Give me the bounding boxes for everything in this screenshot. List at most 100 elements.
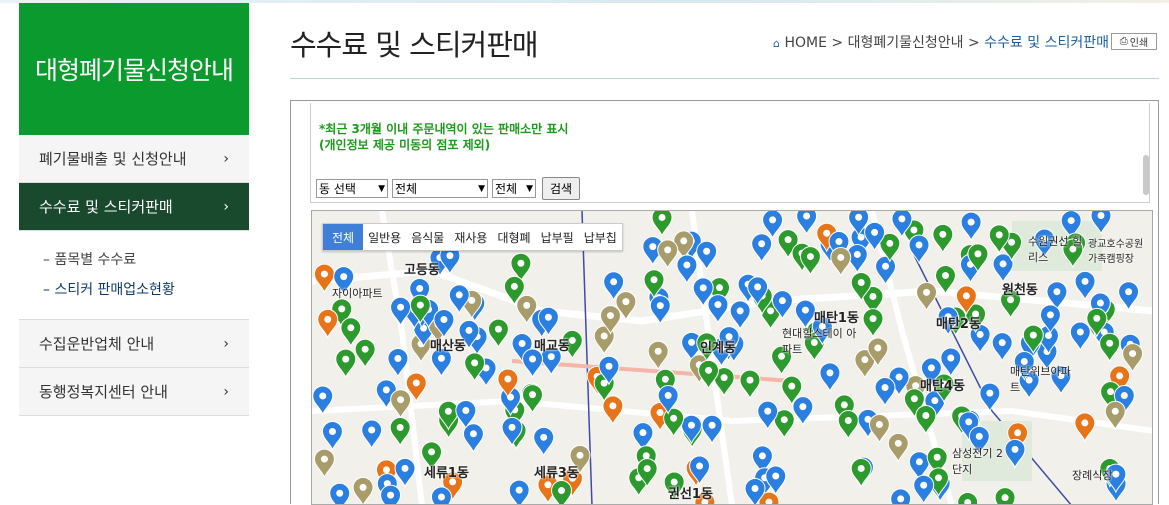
sidebar-item-label: 폐기물배출 및 신청안내 <box>39 150 187 168</box>
map-marker-pin[interactable] <box>887 432 909 463</box>
map-marker-pin[interactable] <box>352 476 374 505</box>
map-marker-pin[interactable] <box>739 369 761 400</box>
map-marker-pin[interactable] <box>321 420 343 451</box>
map-marker-pin[interactable] <box>533 426 555 457</box>
map-marker-pin[interactable] <box>757 400 779 431</box>
map-marker-dot <box>576 451 584 459</box>
map-marker-pin[interactable] <box>868 413 890 444</box>
map-marker-pin[interactable] <box>979 382 1001 413</box>
map-marker-pin[interactable] <box>390 296 412 327</box>
breadcrumb-level1[interactable]: 대형폐기물신청안내 <box>848 35 964 51</box>
map-marker-pin[interactable] <box>874 377 896 407</box>
dong-select[interactable]: 동 선택 ▼ <box>316 179 388 198</box>
map-marker-pin[interactable] <box>701 414 723 445</box>
map-tab-reuse[interactable]: 재사용 <box>449 224 492 250</box>
map-marker-pin[interactable] <box>751 233 773 264</box>
map-marker-pin[interactable] <box>1074 412 1096 443</box>
map-place-label: 매탄2동 <box>936 317 981 332</box>
scrollbar-thumb[interactable] <box>1143 155 1149 195</box>
map-marker-pin[interactable] <box>960 211 982 242</box>
map-tab-all[interactable]: 전체 <box>323 224 364 250</box>
map-marker-pin[interactable] <box>1069 321 1091 352</box>
map-tab-paid-chip[interactable]: 납부칩 <box>579 224 622 250</box>
map-place-label: 현대힐스테이 아파트 <box>782 327 857 356</box>
print-button[interactable]: ⎙ 인쇄 <box>1111 33 1157 50</box>
map-marker-pin[interactable] <box>908 234 930 265</box>
map-marker-pin[interactable] <box>830 246 852 277</box>
map-marker-pin[interactable] <box>862 308 884 338</box>
map-marker-dot <box>746 376 754 384</box>
map-marker-dot <box>340 273 348 281</box>
map-marker-pin[interactable] <box>707 294 729 324</box>
map-marker-pin[interactable] <box>462 423 484 454</box>
map-marker-pin[interactable] <box>799 246 821 276</box>
sidebar-title: 대형폐기물신청안내 <box>19 3 249 135</box>
submenu: – 품목별 수수료 – 스티커 판매업소현황 <box>19 231 249 320</box>
map-marker-pin[interactable] <box>521 384 543 414</box>
map-marker-pin[interactable] <box>850 457 872 488</box>
map-marker-pin[interactable] <box>676 254 698 285</box>
map-marker-pin[interactable] <box>916 281 938 312</box>
map-marker-pin[interactable] <box>1074 270 1096 301</box>
map-marker-pin[interactable] <box>602 395 624 426</box>
map-marker-dot <box>1067 217 1075 225</box>
map-marker-dot <box>869 292 877 300</box>
map-marker-dot <box>998 339 1006 347</box>
map-marker-dot <box>338 305 346 313</box>
map-marker-pin[interactable] <box>932 223 954 254</box>
map-tab-large[interactable]: 대형폐 <box>492 224 535 250</box>
shop-type-select-value: 전체 <box>395 182 418 196</box>
map-marker-pin[interactable] <box>390 389 412 419</box>
map-marker-pin[interactable] <box>991 332 1013 362</box>
map-marker-pin[interactable] <box>680 414 702 445</box>
map-marker-pin[interactable] <box>389 417 411 447</box>
map-marker-pin[interactable] <box>1099 332 1121 363</box>
map-marker-pin[interactable] <box>913 474 935 504</box>
map-marker-pin[interactable] <box>354 338 376 369</box>
submenu-item-sticker-shops[interactable]: – 스티커 판매업소현황 <box>43 275 249 305</box>
map-marker-dot <box>1014 429 1022 437</box>
map-marker-pin[interactable] <box>647 340 669 371</box>
sidebar-item-fee-sticker[interactable]: 수수료 및 스티커판매 › <box>19 183 249 231</box>
map-marker-dot <box>324 315 332 323</box>
map-marker-dot <box>986 389 994 397</box>
map-marker-pin[interactable] <box>819 362 841 393</box>
print-label: 인쇄 <box>1129 38 1149 49</box>
map-marker-pin[interactable] <box>837 409 859 440</box>
shop-type-select[interactable]: 전체 ▼ <box>392 179 488 198</box>
sidebar-item-collection-companies[interactable]: 수집운반업체 안내 › <box>19 320 249 368</box>
map-marker-dot <box>412 379 420 387</box>
map-marker-pin[interactable] <box>394 457 416 488</box>
map-marker-pin[interactable] <box>335 348 357 379</box>
map-marker-pin[interactable] <box>487 318 509 349</box>
map-place-label: 광교호수공원 가족캠핑장 <box>1088 239 1144 265</box>
map-marker-pin[interactable] <box>729 300 751 331</box>
map-tab-food[interactable]: 음식물 <box>406 224 449 250</box>
submenu-item-fee-by-item[interactable]: – 품목별 수수료 <box>43 245 249 275</box>
map-marker-dot <box>861 356 869 364</box>
map-marker-pin[interactable] <box>340 317 362 348</box>
map-marker-dot <box>680 237 688 245</box>
map-marker-pin[interactable] <box>317 308 339 339</box>
map-marker-pin[interactable] <box>313 448 335 479</box>
map[interactable]: 전체 일반용 음식물 재사용 대형폐 납부필 납부칩 고등동 매산동 매교동 인… <box>311 210 1153 505</box>
map-marker-dot <box>708 421 716 429</box>
map-marker-pin[interactable] <box>875 255 897 286</box>
map-marker-dot <box>933 453 941 461</box>
map-tab-general[interactable]: 일반용 <box>363 224 406 250</box>
search-button[interactable]: 검색 <box>542 177 581 200</box>
shop-type2-select[interactable]: 전체 ▼ <box>492 179 536 198</box>
home-icon[interactable]: ⌂ <box>773 37 780 50</box>
map-marker-dot <box>871 228 879 236</box>
map-marker-pin[interactable] <box>361 419 383 450</box>
map-marker-pin[interactable] <box>940 347 962 378</box>
sidebar-item-community-center[interactable]: 동행정복지센터 안내 › <box>19 368 249 416</box>
map-tab-paid[interactable]: 납부필 <box>536 224 579 250</box>
breadcrumb-home[interactable]: HOME <box>784 35 826 51</box>
map-marker-dot <box>837 253 845 261</box>
map-marker-dot <box>683 261 691 269</box>
map-marker-pin[interactable] <box>663 407 685 438</box>
map-marker-pin[interactable] <box>657 239 679 270</box>
map-marker-dot <box>670 414 678 422</box>
sidebar-item-disposal-guide[interactable]: 폐기물배출 및 신청안내 › <box>19 135 249 183</box>
